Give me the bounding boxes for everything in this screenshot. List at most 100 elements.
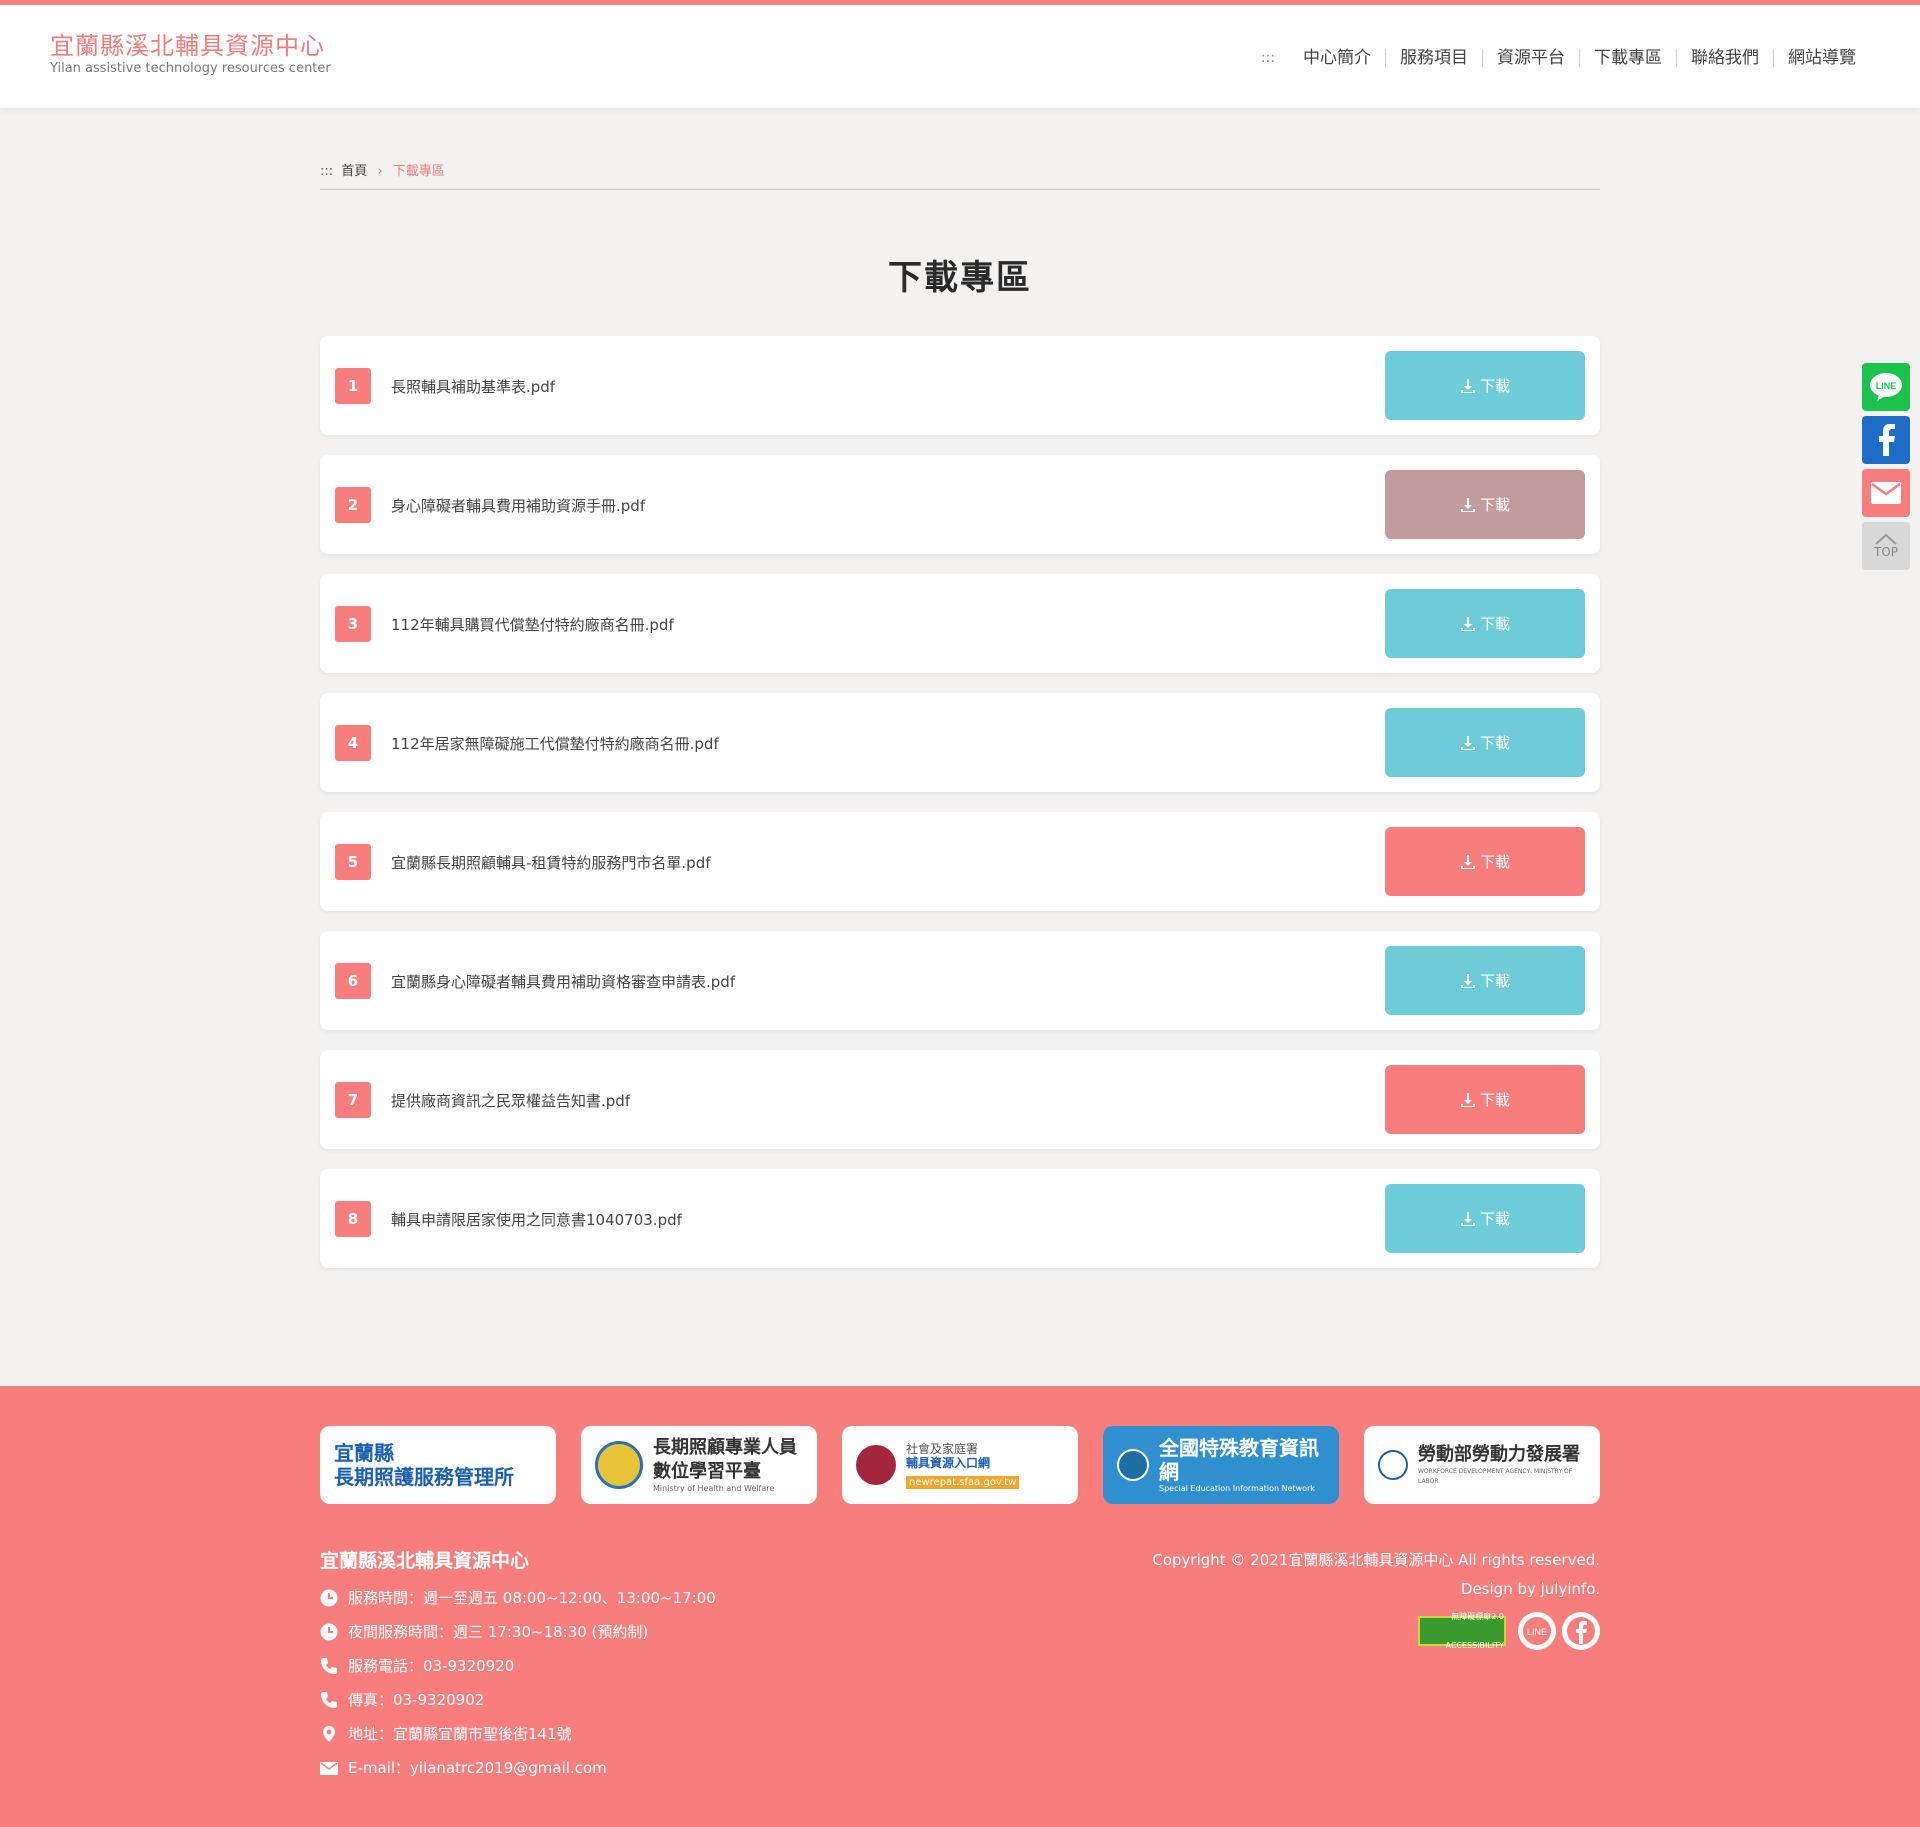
contact-info: 宜蘭縣溪北輔具資源中心 服務時間：週一至週五 08:00~12:00、13:00… (320, 1546, 716, 1785)
download-button-label: 下載 (1479, 377, 1510, 395)
breadcrumb-home[interactable]: 首頁 (341, 164, 367, 179)
email-share-button[interactable] (1862, 469, 1910, 517)
row-number: 4 (335, 725, 371, 761)
mail-icon (1871, 482, 1901, 504)
partner-links: 宜蘭縣 長期照護服務管理所 長期照顧專業人員 數位學習平臺 Ministry o… (320, 1426, 1600, 1504)
copyright: Copyright © 2021宜蘭縣溪北輔具資源中心 All rights r… (1152, 1551, 1600, 1569)
nav-item-about[interactable]: 中心簡介 (1289, 49, 1385, 67)
line-share-button[interactable]: LINE (1862, 363, 1910, 411)
breadcrumb-current: 下載專區 (392, 164, 445, 179)
mail-icon (320, 1762, 338, 1775)
map-pin-icon (323, 1726, 335, 1742)
footer-line-label: LINE (1527, 1627, 1547, 1637)
row-number: 5 (335, 844, 371, 880)
accessibility-badge-label: 無障礙標章2.0 ACCESSIBILITY (1445, 1612, 1504, 1650)
nav-item-sitemap[interactable]: 網站導覽 (1773, 49, 1870, 67)
mohw-logo-icon (595, 1441, 643, 1489)
download-row: 6 宜蘭縣身心障礙者輔具費用補助資格審查申請表.pdf 下載 (320, 931, 1600, 1030)
partner-text: 長期照護服務管理所 (334, 1465, 514, 1489)
breadcrumb-separator: › (377, 164, 383, 179)
download-row: 4 112年居家無障礙施工代償墊付特約廠商名冊.pdf 下載 (320, 693, 1600, 792)
logo-title: 宜蘭縣溪北輔具資源中心 (50, 32, 325, 60)
site-footer: 宜蘭縣 長期照護服務管理所 長期照顧專業人員 數位學習平臺 Ministry o… (0, 1386, 1920, 1827)
night-service-hours: 夜間服務時間：週三 17:30~18:30 (預約制) (320, 1615, 716, 1649)
back-to-top-label: TOP (1873, 545, 1898, 559)
site-header: 宜蘭縣溪北輔具資源中心 Yilan assistive technology r… (0, 5, 1920, 108)
download-button[interactable]: 下載 (1385, 589, 1585, 658)
partner-subtext: Ministry of Health and Welfare (653, 1484, 775, 1493)
nav-item-services[interactable]: 服務項目 (1385, 49, 1482, 67)
email-text[interactable]: E-mail：yilanatrc2019@gmail.com (348, 1751, 607, 1785)
nav-access-key[interactable]: ::: (1261, 50, 1275, 66)
row-number: 6 (335, 963, 371, 999)
special-ed-logo-icon (1117, 1449, 1149, 1481)
site-logo[interactable]: 宜蘭縣溪北輔具資源中心 Yilan assistive technology r… (50, 31, 331, 77)
footer-badges: 無障礙標章2.0 ACCESSIBILITY LINE (1152, 1612, 1600, 1650)
download-button[interactable]: 下載 (1385, 351, 1585, 420)
address-text: 地址：宜蘭縣宜蘭市聖後街141號 (348, 1725, 572, 1743)
partner-workforce-agency[interactable]: 勞動部勞動力發展署 WORKFORCE DEVELOPMENT AGENCY, … (1364, 1426, 1600, 1504)
row-number: 7 (335, 1082, 371, 1118)
nav-item-contact[interactable]: 聯絡我們 (1676, 49, 1773, 67)
download-button[interactable]: 下載 (1385, 708, 1585, 777)
footer-line-link[interactable]: LINE (1518, 1612, 1556, 1650)
back-to-top-button[interactable]: TOP (1862, 522, 1910, 570)
main-nav: ::: 中心簡介 服務項目 資源平台 下載專區 聯絡我們 網站導覽 (1261, 49, 1870, 67)
download-icon (1460, 616, 1475, 631)
download-list: 1 長照輔具補助基準表.pdf 下載 2 身心障礙者輔具費用補助資源手冊.pdf… (320, 336, 1600, 1288)
download-row: 2 身心障礙者輔具費用補助資源手冊.pdf 下載 (320, 455, 1600, 554)
download-button[interactable]: 下載 (1385, 1184, 1585, 1253)
download-row: 7 提供廠商資訊之民眾權益告知書.pdf 下載 (320, 1050, 1600, 1149)
row-number: 1 (335, 368, 371, 404)
footer-facebook-link[interactable] (1562, 1612, 1600, 1650)
file-name: 宜蘭縣身心障礙者輔具費用補助資格審查申請表.pdf (391, 973, 736, 991)
facebook-share-button[interactable] (1862, 416, 1910, 464)
design-credit[interactable]: Design by julyinfo. (1152, 1575, 1600, 1604)
file-name: 112年居家無障礙施工代償墊付特約廠商名冊.pdf (391, 735, 719, 753)
breadcrumb: ::: 首頁 › 下載專區 (320, 160, 1600, 190)
address: 地址：宜蘭縣宜蘭市聖後街141號 (320, 1717, 716, 1751)
download-button-label: 下載 (1479, 1091, 1510, 1109)
file-name: 宜蘭縣長期照顧輔具-租賃特約服務門市名單.pdf (391, 854, 711, 872)
file-name: 身心障礙者輔具費用補助資源手冊.pdf (391, 497, 646, 515)
facebook-icon (1879, 424, 1895, 456)
footer-org-name: 宜蘭縣溪北輔具資源中心 (320, 1550, 530, 1572)
partner-subtext: Special Education Information Network (1159, 1484, 1315, 1493)
row-number: 3 (335, 606, 371, 642)
download-icon (1460, 735, 1475, 750)
download-icon (1460, 1092, 1475, 1107)
service-hours-text: 服務時間：週一至週五 08:00~12:00、13:00~17:00 (348, 1589, 716, 1607)
nav-item-resources[interactable]: 資源平台 (1482, 49, 1579, 67)
download-button[interactable]: 下載 (1385, 946, 1585, 1015)
download-button-label: 下載 (1479, 734, 1510, 752)
download-row: 8 輔具申請限居家使用之同意書1040703.pdf 下載 (320, 1169, 1600, 1268)
service-hours: 服務時間：週一至週五 08:00~12:00、13:00~17:00 (320, 1581, 716, 1615)
partner-yilan-ltc[interactable]: 宜蘭縣 長期照護服務管理所 (320, 1426, 556, 1504)
service-phone-text: 服務電話：03-9320920 (348, 1657, 515, 1675)
facebook-icon (1567, 1617, 1595, 1645)
side-share-bar: LINE TOP (1862, 363, 1910, 575)
download-button[interactable]: 下載 (1385, 470, 1585, 539)
line-icon-label: LINE (1876, 381, 1897, 391)
download-row: 1 長照輔具補助基準表.pdf 下載 (320, 336, 1600, 435)
partner-sfaa-portal[interactable]: 社會及家庭署 輔具資源入口網 newrepat.sfaa.gov.tw (842, 1426, 1078, 1504)
partner-text: 社會及家庭署 (906, 1441, 979, 1456)
service-phone: 服務電話：03-9320920 (320, 1649, 716, 1683)
download-button[interactable]: 下載 (1385, 827, 1585, 896)
download-button-label: 下載 (1479, 1210, 1510, 1228)
breadcrumb-access-key[interactable]: ::: (320, 164, 333, 179)
file-name: 輔具申請限居家使用之同意書1040703.pdf (391, 1211, 682, 1229)
partner-special-education[interactable]: 全國特殊教育資訊網 Special Education Information … (1103, 1426, 1339, 1504)
download-icon (1460, 854, 1475, 869)
partner-ltc-learning[interactable]: 長期照顧專業人員 數位學習平臺 Ministry of Health and W… (581, 1426, 817, 1504)
accessibility-badge[interactable]: 無障礙標章2.0 ACCESSIBILITY (1418, 1612, 1506, 1650)
download-row: 3 112年輔具購買代償墊付特約廠商名冊.pdf 下載 (320, 574, 1600, 673)
nav-item-downloads[interactable]: 下載專區 (1579, 49, 1676, 67)
sfaa-logo-icon (856, 1445, 896, 1485)
row-number: 2 (335, 487, 371, 523)
partner-text: 宜蘭縣 (334, 1441, 394, 1465)
email[interactable]: E-mail：yilanatrc2019@gmail.com (320, 1751, 716, 1785)
download-button[interactable]: 下載 (1385, 1065, 1585, 1134)
page-title: 下載專區 (888, 258, 1032, 298)
chevron-up-icon (1875, 533, 1897, 545)
